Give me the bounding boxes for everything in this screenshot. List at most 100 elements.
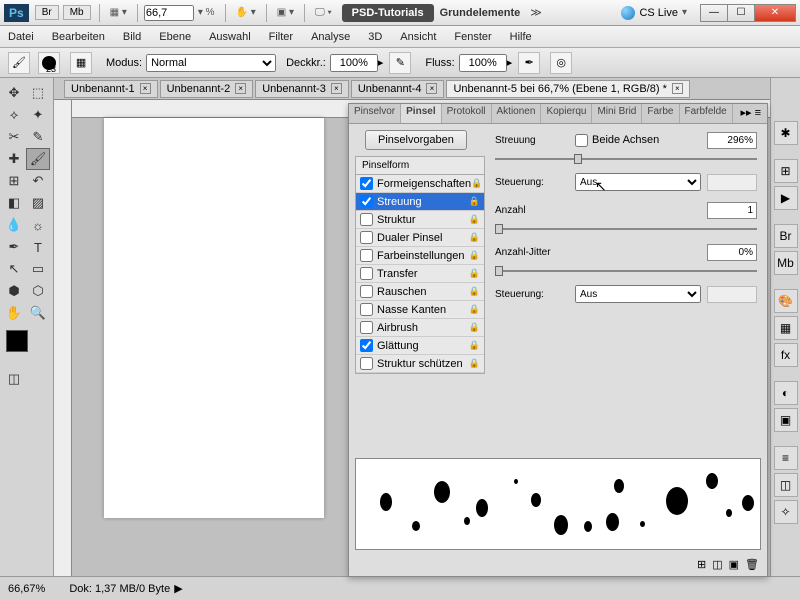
close-btn[interactable]: ✕ — [754, 4, 796, 22]
brush-option-row[interactable]: Glättung🔒 — [356, 337, 484, 355]
gradient-tool[interactable]: ▨ — [26, 192, 50, 214]
close-icon[interactable]: × — [235, 83, 246, 94]
cslive-label[interactable]: CS Live — [639, 7, 678, 19]
menu-auswahl[interactable]: Auswahl — [209, 31, 251, 43]
wand-tool[interactable]: ✦ — [26, 104, 50, 126]
panel-tab[interactable]: Aktionen — [492, 104, 542, 123]
panel-tab[interactable]: Farbe — [642, 104, 679, 123]
both-axes-checkbox[interactable] — [575, 134, 588, 147]
history-brush-tool[interactable]: ↶ — [26, 170, 50, 192]
hand-icon[interactable]: ✋ ▾ — [236, 7, 256, 18]
count-slider[interactable] — [495, 224, 757, 234]
lock-icon[interactable]: 🔒 — [469, 268, 480, 279]
brush-option-row[interactable]: Transfer🔒 — [356, 265, 484, 283]
brush-option-row[interactable]: Struktur schützen🔒 — [356, 355, 484, 373]
maximize-btn[interactable]: ☐ — [727, 4, 755, 22]
row-checkbox[interactable] — [360, 303, 373, 316]
close-icon[interactable]: × — [426, 83, 437, 94]
screen-icon[interactable]: 🖵 ▾ — [315, 7, 332, 18]
lock-icon[interactable]: 🔒 — [469, 322, 480, 333]
shape-tool[interactable]: ▭ — [26, 258, 50, 280]
jitter-slider[interactable] — [495, 266, 757, 276]
bridge-btn[interactable]: Br — [35, 5, 59, 20]
doc-tab-5[interactable]: Unbenannt-5 bei 66,7% (Ebene 1, RGB/8) *… — [446, 80, 689, 98]
menu-filter[interactable]: Filter — [269, 31, 293, 43]
row-checkbox[interactable] — [360, 285, 373, 298]
brush-option-row[interactable]: Rauschen🔒 — [356, 283, 484, 301]
marquee-tool[interactable]: ⬚ — [26, 82, 50, 104]
airbrush-icon[interactable]: ✒ — [518, 52, 540, 74]
row-checkbox[interactable] — [360, 231, 373, 244]
dock-adjust-icon[interactable]: ◐ — [774, 381, 798, 405]
brush-option-row[interactable]: Airbrush🔒 — [356, 319, 484, 337]
tablet-size-icon[interactable]: ◎ — [550, 52, 572, 74]
brush-option-row[interactable]: Struktur🔒 — [356, 211, 484, 229]
minimize-btn[interactable]: — — [700, 4, 728, 22]
scatter-input[interactable] — [707, 132, 757, 149]
status-zoom[interactable]: 66,67% — [8, 583, 45, 595]
panel-tab[interactable]: Mini Brid — [592, 104, 642, 123]
new-preset-icon[interactable]: ▣ — [729, 558, 739, 572]
dock-clone-icon[interactable]: ⊞ — [774, 159, 798, 183]
panel-icon[interactable]: ◫ — [712, 558, 722, 572]
dock-masks-icon[interactable]: ▣ — [774, 408, 798, 432]
panel-tab[interactable]: Pinselvor — [349, 104, 401, 123]
lock-icon[interactable]: 🔒 — [469, 232, 480, 243]
dock-brush-icon[interactable]: ✱ — [774, 121, 798, 145]
preset-button[interactable]: Pinselvorgaben — [365, 130, 467, 150]
control2-select[interactable]: Aus — [575, 285, 701, 303]
menu-fenster[interactable]: Fenster — [454, 31, 491, 43]
workspace-tab[interactable]: PSD-Tutorials — [342, 4, 434, 22]
row-checkbox[interactable] — [360, 213, 373, 226]
menu-hilfe[interactable]: Hilfe — [510, 31, 532, 43]
crop-tool[interactable]: ✂ — [2, 126, 26, 148]
brush-option-row[interactable]: Farbeinstellungen🔒 — [356, 247, 484, 265]
dock-paths-icon[interactable]: ✧ — [774, 500, 798, 524]
chevrons-icon[interactable]: ≫ — [530, 6, 542, 19]
heal-tool[interactable]: ✚ — [2, 148, 26, 170]
close-icon[interactable]: × — [672, 83, 683, 94]
brush-shape-header[interactable]: Pinselform — [356, 157, 484, 175]
menu-ebene[interactable]: Ebene — [159, 31, 191, 43]
path-tool[interactable]: ↖ — [2, 258, 26, 280]
menu-bearbeiten[interactable]: Bearbeiten — [52, 31, 105, 43]
brush-option-row[interactable]: Formeigenschaften🔒 — [356, 175, 484, 193]
panel-tab[interactable]: Kopierqu — [541, 104, 592, 123]
quickmask-tool[interactable]: ◫ — [2, 368, 26, 390]
dock-styles-icon[interactable]: fx — [774, 343, 798, 367]
arrange-icon[interactable]: ▣ ▾ — [277, 7, 294, 18]
row-checkbox[interactable] — [360, 195, 373, 208]
workspace-name[interactable]: Grundelemente — [440, 7, 521, 19]
doc-tab-1[interactable]: Unbenannt-1× — [64, 80, 158, 98]
brush-option-row[interactable]: Streuung🔒 — [356, 193, 484, 211]
hand-tool[interactable]: ✋ — [2, 302, 26, 324]
panel-more-icon[interactable]: ▸▸ ≡ — [734, 104, 767, 123]
dock-play-icon[interactable]: ▶ — [774, 186, 798, 210]
tablet-opacity-icon[interactable]: ✎ — [389, 52, 411, 74]
menu-3d[interactable]: 3D — [368, 31, 382, 43]
status-dok[interactable]: Dok: 1,37 MB/0 Byte▶ — [69, 582, 182, 595]
scatter-slider[interactable] — [495, 154, 757, 164]
jitter-input[interactable] — [707, 244, 757, 261]
tool-preset[interactable]: 🖌 — [8, 52, 30, 74]
3d-cam-tool[interactable]: ⬡ — [26, 280, 50, 302]
dock-color-icon[interactable]: 🎨 — [774, 289, 798, 313]
canvas[interactable] — [104, 118, 324, 518]
flow-input[interactable] — [459, 54, 507, 72]
control-select[interactable]: Aus — [575, 173, 701, 191]
type-tool[interactable]: T — [26, 236, 50, 258]
lock-icon[interactable]: 🔒 — [469, 250, 480, 261]
zoom-input[interactable] — [144, 5, 194, 21]
lock-icon[interactable]: 🔒 — [469, 286, 480, 297]
row-checkbox[interactable] — [360, 177, 373, 190]
opacity-input[interactable] — [330, 54, 378, 72]
panel-tab-pinsel[interactable]: Pinsel — [401, 104, 441, 123]
lock-icon[interactable]: 🔒 — [469, 340, 480, 351]
row-checkbox[interactable] — [360, 267, 373, 280]
lock-icon[interactable]: 🔒 — [469, 358, 480, 369]
ruler-vertical[interactable] — [54, 100, 72, 576]
3d-tool[interactable]: ⬢ — [2, 280, 26, 302]
brush-option-row[interactable]: Nasse Kanten🔒 — [356, 301, 484, 319]
dock-layers-icon[interactable]: ≡ — [774, 446, 798, 470]
lock-icon[interactable]: 🔒 — [471, 178, 482, 189]
